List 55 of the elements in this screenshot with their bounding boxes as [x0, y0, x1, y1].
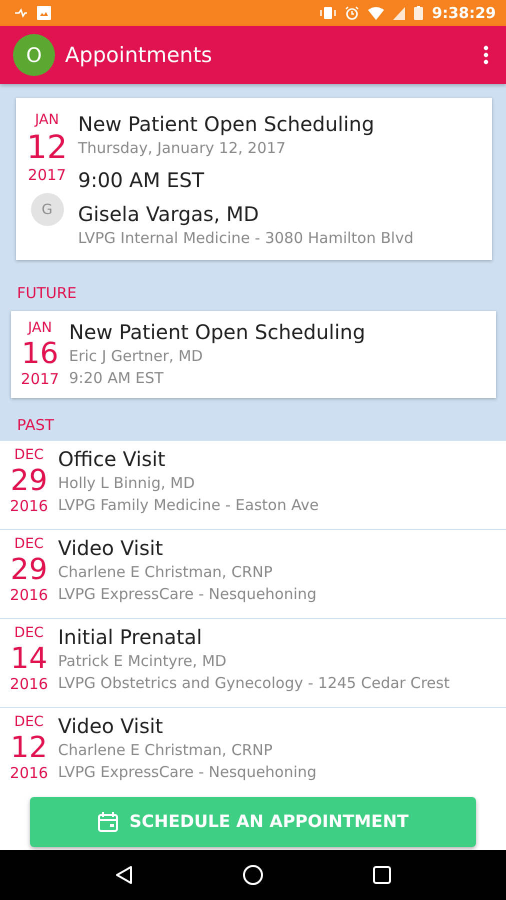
date-year: 2016 [10, 763, 48, 783]
appointment-location: LVPG ExpressCare - Nesquehoning [58, 762, 317, 783]
appointment-title: Video Visit [58, 713, 164, 739]
provider-name: Holly L Binnig, MD [58, 473, 196, 494]
provider-name: Patrick E Mcintyre, MD [58, 651, 228, 672]
more-options-icon[interactable] [483, 45, 489, 65]
appointment-time: 9:00 AM EST [78, 167, 206, 193]
date-year: 2016 [10, 674, 48, 694]
date-day: 29 [10, 464, 48, 496]
date-month: JAN [28, 319, 52, 337]
date-day: 12 [10, 731, 48, 763]
home-icon[interactable] [242, 864, 264, 886]
date-day: 29 [10, 553, 48, 585]
date-month: DEC [14, 624, 44, 642]
section-heading: FUTURE [16, 283, 78, 304]
date-year: 2017 [28, 165, 66, 185]
image-icon [37, 6, 51, 20]
appointment-title: Office Visit [58, 446, 166, 472]
appointment-title: New Patient Open Scheduling [78, 111, 376, 137]
date-day: 14 [10, 642, 48, 674]
provider-name: Charlene E Christman, CRNP [58, 562, 274, 583]
calendar-icon [97, 811, 120, 833]
recents-icon[interactable] [373, 866, 392, 884]
wifi-icon [368, 6, 384, 20]
date-year: 2016 [10, 496, 48, 516]
appointment-location: LVPG Internal Medicine - 3080 Hamilton Blvd [78, 228, 414, 249]
date-month: DEC [14, 535, 44, 553]
battery-icon [414, 6, 423, 20]
screen-title: Appointments [65, 43, 214, 67]
signal-icon [392, 6, 405, 20]
date-day: 16 [22, 337, 58, 369]
appointment-title: Initial Prenatal [58, 624, 204, 650]
date-day: 12 [26, 129, 68, 165]
appointment-time: 9:20 AM EST [69, 368, 165, 389]
notification-icon [14, 8, 28, 18]
provider-name: Gisela Vargas, MD [78, 201, 260, 227]
date-year: 2016 [10, 585, 48, 605]
date-month: DEC [14, 713, 44, 731]
alarm-icon [344, 6, 359, 20]
appointment-title: Video Visit [58, 535, 164, 561]
appointment-location: LVPG Obstetrics and Gynecology - 1245 Cedar Crest [58, 673, 450, 694]
provider-name: Eric J Gertner, MD [69, 346, 204, 367]
date-year: 2017 [20, 369, 60, 389]
date-month: JAN [35, 111, 59, 129]
provider-avatar: G [30, 193, 64, 226]
appointment-location: LVPG ExpressCare - Nesquehoning [58, 584, 317, 605]
section-heading: PAST [16, 415, 56, 436]
date-month: DEC [14, 446, 44, 464]
status-time: 9:38:29 [432, 4, 496, 22]
appointment-title: New Patient Open Scheduling [69, 319, 366, 345]
vibrate-icon [320, 6, 336, 20]
appointment-location: LVPG Family Medicine - Easton Ave [58, 495, 319, 516]
back-icon[interactable] [114, 865, 133, 885]
appointment-date: Thursday, January 12, 2017 [78, 138, 287, 159]
provider-name: Charlene E Christman, CRNP [58, 740, 274, 761]
